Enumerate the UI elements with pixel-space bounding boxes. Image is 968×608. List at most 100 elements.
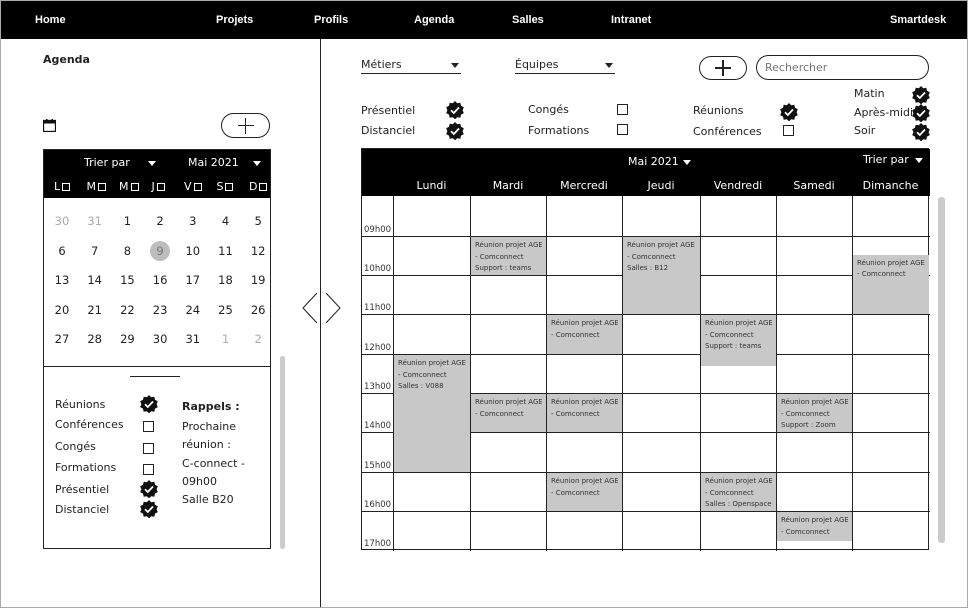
calendar-event[interactable]: Réunion projet AGE - Comconnect	[547, 315, 622, 354]
calendar-event[interactable]: Réunion projet AGE - Comconnect Salles : B…	[623, 237, 700, 314]
mini-day[interactable]: 20	[51, 303, 73, 317]
mini-day[interactable]: 16	[149, 273, 171, 287]
mini-day[interactable]: 31	[84, 214, 106, 228]
calendar-event[interactable]: Réunion projet AGE - Comconnect	[853, 254, 929, 314]
mini-day[interactable]: 14	[84, 273, 106, 287]
weekday-m-2[interactable]: M	[119, 180, 139, 193]
add-event-button-sidebar[interactable]	[221, 113, 270, 138]
next-week-arrow[interactable]	[325, 292, 341, 324]
weekday-s-5[interactable]: S	[217, 180, 234, 193]
filter-presentiel-check[interactable]	[446, 101, 464, 119]
sidebar-filter-label: Présentiel	[55, 483, 110, 496]
nav-agenda[interactable]: Agenda	[414, 14, 454, 26]
mini-day[interactable]: 11	[215, 244, 237, 258]
mini-day[interactable]: 30	[149, 332, 171, 346]
calendar-event[interactable]: Réunion projet AGE - Comconnect Salles : V…	[394, 355, 470, 472]
calendar-month-dropdown[interactable]: Mai 2021	[628, 155, 691, 168]
mini-day[interactable]: 23	[149, 303, 171, 317]
calendar-event[interactable]: Réunion projet AGE - Comconnect	[471, 394, 546, 432]
event-line: - Comconnect	[551, 409, 600, 418]
weekday-m-1[interactable]: M	[87, 180, 106, 193]
add-event-button[interactable]	[699, 56, 747, 80]
filter-matin-check[interactable]	[912, 86, 930, 104]
nav-home[interactable]: Home	[35, 14, 66, 26]
sidebar-filter-check-badge[interactable]	[140, 500, 158, 518]
mini-day[interactable]: 1	[116, 214, 138, 228]
mini-day[interactable]: 3	[182, 214, 204, 228]
filter-conges-checkbox[interactable]	[617, 104, 628, 115]
calendar-event[interactable]: Réunion projet AGE - Comconnect	[547, 394, 622, 432]
mini-sort-dropdown[interactable]: Trier par	[84, 156, 156, 169]
equipes-dropdown[interactable]: Équipes	[515, 58, 615, 74]
mini-day[interactable]: 30	[51, 214, 73, 228]
mini-day[interactable]: 25	[215, 303, 237, 317]
weekday-v-4[interactable]: V	[184, 180, 202, 193]
sidebar-filter-checkbox[interactable]	[143, 421, 154, 432]
nav-projets[interactable]: Projets	[216, 14, 253, 26]
event-line: - Comconnect	[627, 252, 676, 261]
mini-day[interactable]: 19	[247, 273, 269, 287]
metiers-dropdown[interactable]: Métiers	[361, 58, 461, 74]
sidebar-title: Agenda	[43, 53, 90, 66]
day-header-lundi: Lundi	[416, 179, 447, 192]
mini-day[interactable]: 4	[215, 214, 237, 228]
mini-day[interactable]: 18	[215, 273, 237, 287]
sidebar-filter-check-badge[interactable]	[140, 480, 158, 498]
calendar-event[interactable]: Réunion projet AGE - Comconnect Support : …	[777, 394, 852, 432]
mini-day[interactable]: 10	[182, 244, 204, 258]
weekday-l-0[interactable]: L	[54, 180, 71, 193]
mini-day[interactable]: 21	[84, 303, 106, 317]
calendar-event[interactable]: Réunion projet AGE - Comconnect	[547, 473, 622, 511]
hour-label: 15h00	[364, 461, 392, 471]
filter-reunions-check[interactable]	[780, 103, 798, 121]
nav-intranet[interactable]: Intranet	[611, 14, 651, 26]
mini-day[interactable]: 9	[150, 240, 171, 261]
sidebar-scrollbar[interactable]	[280, 356, 285, 549]
nav-profils[interactable]: Profils	[314, 14, 348, 26]
event-line: Salles : V088	[398, 382, 444, 390]
mini-day[interactable]: 15	[116, 273, 138, 287]
calendar-icon[interactable]	[43, 119, 56, 132]
mini-day[interactable]: 1	[215, 332, 237, 346]
calendar-event[interactable]: Réunion projet AGE - Comconnect Support : …	[471, 237, 546, 275]
mini-day[interactable]: 26	[247, 303, 269, 317]
calendar-sort-dropdown[interactable]: Trier par	[863, 153, 923, 166]
search-input[interactable]	[756, 55, 929, 80]
filter-conferences-checkbox[interactable]	[783, 125, 794, 136]
nav-smartdesk[interactable]: Smartdesk	[890, 14, 946, 26]
calendar-scrollbar[interactable]	[938, 197, 945, 543]
mini-month-dropdown[interactable]: Mai 2021	[188, 156, 261, 169]
mini-day[interactable]: 12	[247, 244, 269, 258]
weekday-j-3[interactable]: J	[152, 180, 165, 193]
mini-day[interactable]: 5	[247, 214, 269, 228]
sidebar-filter-checkbox[interactable]	[143, 464, 154, 475]
mini-day[interactable]: 2	[149, 214, 171, 228]
mini-day[interactable]: 24	[182, 303, 204, 317]
event-line: Réunion projet AGE	[475, 241, 542, 249]
weekday-d-6[interactable]: D	[249, 180, 268, 193]
mini-day[interactable]: 6	[51, 244, 73, 258]
hour-line	[362, 314, 930, 315]
mini-day[interactable]: 27	[51, 332, 73, 346]
sidebar-filter-checkbox[interactable]	[143, 443, 154, 454]
week-calendar: Mai 2021 Trier par Lundi Mardi Mercredi Jeu…	[361, 148, 930, 551]
nav-salles[interactable]: Salles	[512, 14, 544, 26]
mini-day[interactable]: 31	[182, 332, 204, 346]
mini-day[interactable]: 8	[116, 244, 138, 258]
mini-day[interactable]: 2	[247, 332, 269, 346]
filter-apres-midi-check[interactable]	[912, 104, 930, 122]
calendar-event[interactable]: Réunion projet AGE - Comconnect Salles : O…	[701, 473, 776, 511]
filter-distanciel-check[interactable]	[446, 122, 464, 140]
mini-day[interactable]: 28	[84, 332, 106, 346]
mini-day[interactable]: 7	[84, 244, 106, 258]
mini-day[interactable]: 22	[116, 303, 138, 317]
filter-soir-check[interactable]	[912, 123, 930, 141]
mini-day[interactable]: 29	[116, 332, 138, 346]
mini-day[interactable]: 13	[51, 273, 73, 287]
calendar-event[interactable]: Réunion projet AGE - Comconnect	[777, 512, 852, 541]
filter-formations-checkbox[interactable]	[617, 124, 628, 135]
calendar-event[interactable]: Réunion projet AGE - Comconnect Support : …	[701, 315, 776, 366]
mini-day[interactable]: 17	[182, 273, 204, 287]
prev-week-arrow[interactable]	[302, 292, 318, 324]
sidebar-filter-check-badge[interactable]	[140, 395, 158, 413]
